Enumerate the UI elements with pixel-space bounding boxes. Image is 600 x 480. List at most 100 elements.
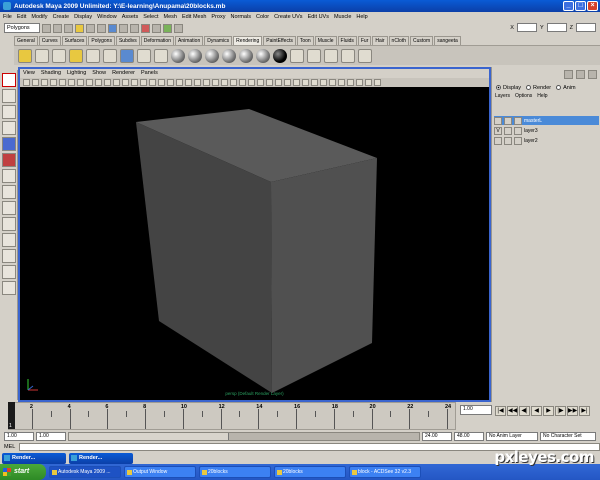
ipr-render-icon[interactable]: [163, 23, 172, 33]
panel-menu-shading[interactable]: Shading: [41, 69, 61, 78]
range-slider[interactable]: [68, 431, 420, 441]
menu-file[interactable]: File: [3, 14, 12, 20]
panel-tool-icon[interactable]: [176, 79, 183, 86]
radio-button-icon[interactable]: [556, 84, 562, 90]
snap-point-icon[interactable]: [130, 23, 139, 33]
panel-tool-icon[interactable]: [68, 79, 75, 86]
current-frame-field[interactable]: 1.00: [460, 405, 492, 415]
checker-icon[interactable]: [307, 48, 321, 63]
panel-tool-icon[interactable]: [122, 79, 129, 86]
point-light-icon[interactable]: [86, 48, 100, 63]
shelf-tab-painteffects[interactable]: PaintEffects: [263, 36, 296, 45]
panel-menu-lighting[interactable]: Lighting: [67, 69, 86, 78]
menu-muscle[interactable]: Muscle: [334, 14, 351, 20]
shelf-tab-custom[interactable]: Custom: [410, 36, 434, 45]
menu-display[interactable]: Display: [74, 14, 92, 20]
panel-menu-panels[interactable]: Panels: [141, 69, 158, 78]
menu-mesh[interactable]: Mesh: [164, 14, 177, 20]
snap-curve-icon[interactable]: [119, 23, 128, 33]
panel-tool-icon[interactable]: [320, 79, 327, 86]
menu-create-uvs[interactable]: Create UVs: [274, 14, 302, 20]
playback-button[interactable]: ▶▶: [567, 406, 578, 416]
menu-proxy[interactable]: Proxy: [211, 14, 225, 20]
layer-menu-help[interactable]: Help: [537, 93, 547, 101]
layout-hypergraph-icon[interactable]: [1, 265, 16, 279]
panel-tool-icon[interactable]: [59, 79, 66, 86]
attribute-editor-toggle-icon[interactable]: [576, 69, 585, 79]
select-tool-icon[interactable]: [1, 73, 16, 87]
shelf-tab-surfaces[interactable]: Surfaces: [61, 36, 88, 45]
playback-button[interactable]: ◀|: [519, 406, 530, 416]
radio-anim[interactable]: Anim: [556, 85, 576, 91]
render-icon[interactable]: [18, 48, 32, 63]
menu-modify[interactable]: Modify: [31, 14, 47, 20]
menuset-dropdown[interactable]: Polygons: [4, 23, 40, 33]
shelf-tab-fluids[interactable]: Fluids: [337, 36, 357, 45]
paint-select-tool-icon[interactable]: [1, 105, 16, 119]
panel-tool-icon[interactable]: [140, 79, 147, 86]
panel-tool-icon[interactable]: [104, 79, 111, 86]
shelf-tab-dynamics[interactable]: Dynamics: [204, 36, 233, 45]
layer-visibility-toggle[interactable]: [494, 116, 502, 125]
panel-tool-icon[interactable]: [167, 79, 174, 86]
manipulator-tool-icon[interactable]: [1, 169, 16, 183]
layer-menu-layers[interactable]: Layers: [495, 93, 510, 101]
menu-create[interactable]: Create: [53, 14, 70, 20]
layer-visibility-toggle[interactable]: [494, 136, 502, 145]
viewport-canvas[interactable]: [20, 87, 489, 400]
anisotropic-sphere-icon[interactable]: [239, 48, 253, 63]
range-slider-knob[interactable]: [69, 432, 229, 440]
layer-color-swatch[interactable]: [514, 116, 522, 125]
taskbar-button[interactable]: 20blocks: [274, 466, 346, 478]
layer-row[interactable]: masterL: [494, 116, 599, 125]
layered-sphere-icon[interactable]: [256, 48, 270, 63]
panel-tool-icon[interactable]: [131, 79, 138, 86]
playback-button[interactable]: ▶: [543, 406, 554, 416]
panel-tool-icon[interactable]: [185, 79, 192, 86]
shelf-tab-curves[interactable]: Curves: [38, 36, 61, 45]
panel-tool-icon[interactable]: [266, 79, 273, 86]
menu-assets[interactable]: Assets: [122, 14, 139, 20]
menu-color[interactable]: Color: [256, 14, 269, 20]
shelf-tab-toon[interactable]: Toon: [296, 36, 314, 45]
hypershade-icon[interactable]: [154, 48, 168, 63]
shelf-tab-ncloth[interactable]: nCloth: [388, 36, 409, 45]
panel-tool-icon[interactable]: [95, 79, 102, 86]
shelf-tab-general[interactable]: General: [14, 36, 38, 45]
taskbar-button[interactable]: block - ACDSee 32 v2.3: [349, 466, 421, 478]
move-tool-icon[interactable]: [1, 121, 16, 135]
render-view-icon[interactable]: [137, 48, 151, 63]
panel-tool-icon[interactable]: [293, 79, 300, 86]
shelf-tab-hair[interactable]: Hair: [372, 36, 388, 45]
layer-display-type-toggle[interactable]: [504, 116, 512, 125]
panel-tool-icon[interactable]: [50, 79, 57, 86]
panel-tool-icon[interactable]: [32, 79, 39, 86]
time-ruler[interactable]: 2 4 6 8 10 12 14 16 18 20 22 24: [8, 402, 456, 430]
layer-row[interactable]: layer2: [494, 136, 599, 145]
lasso-tool-icon[interactable]: [1, 89, 16, 103]
select-component-icon[interactable]: [97, 23, 106, 33]
character-set-dropdown[interactable]: No Character Set: [540, 431, 596, 441]
toolsettings-toggle-icon[interactable]: [588, 69, 597, 79]
panel-tool-icon[interactable]: [302, 79, 309, 86]
render-settings-icon[interactable]: [174, 23, 183, 33]
playback-button[interactable]: ▶|: [579, 406, 590, 416]
last-tool-icon[interactable]: [1, 185, 16, 199]
ipr-icon[interactable]: [35, 48, 49, 63]
layer-menu-options[interactable]: Options: [515, 93, 532, 101]
panel-tool-icon[interactable]: [257, 79, 264, 86]
select-hierarchy-icon[interactable]: [75, 23, 84, 33]
history-icon[interactable]: [141, 23, 150, 33]
end-time-field[interactable]: 48.00: [454, 431, 484, 441]
file-texture-icon[interactable]: [341, 48, 355, 63]
spotlight-icon[interactable]: [69, 48, 83, 63]
panel-tool-icon[interactable]: [86, 79, 93, 86]
layout-graph-icon[interactable]: [1, 249, 16, 263]
panel-tool-icon[interactable]: [158, 79, 165, 86]
playback-button[interactable]: ◀◀: [507, 406, 518, 416]
panel-tool-icon[interactable]: [149, 79, 156, 86]
x-field[interactable]: [516, 23, 537, 32]
playback-end-field[interactable]: 24.00: [422, 431, 452, 441]
batch-render-icon[interactable]: [358, 48, 372, 63]
menu-window[interactable]: Window: [97, 14, 117, 20]
